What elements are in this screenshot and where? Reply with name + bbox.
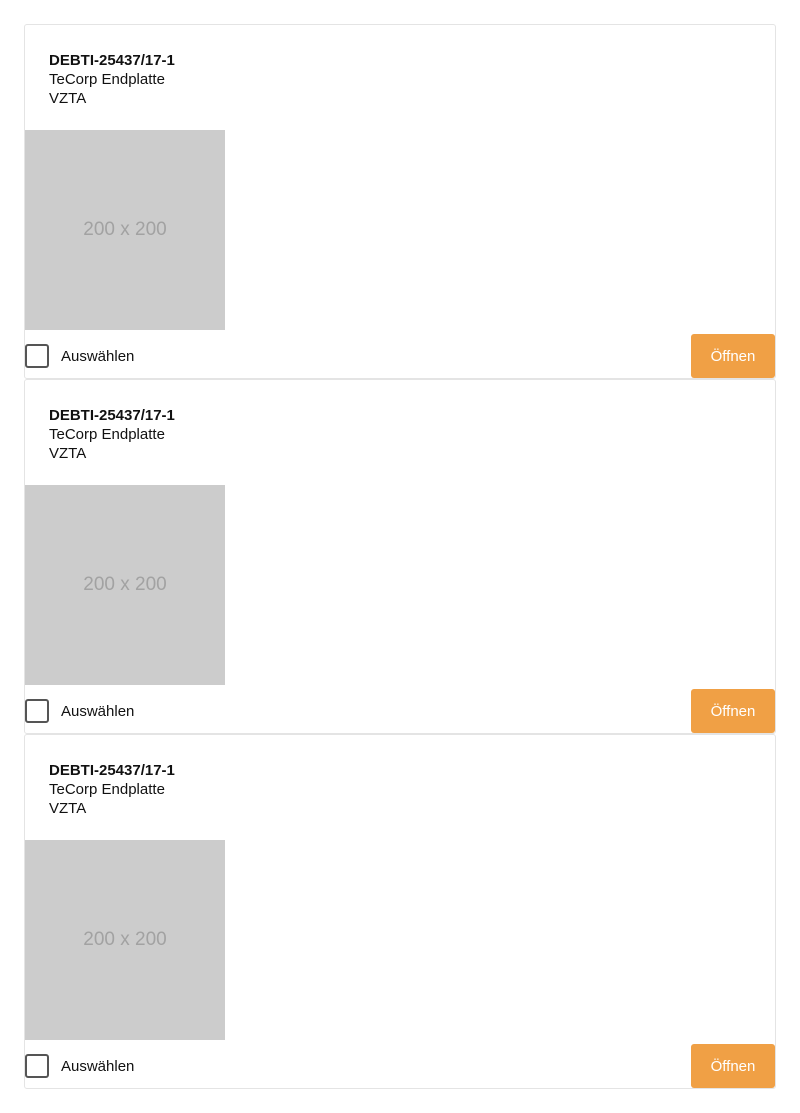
product-id: DEBTI-25437/17-1 [49, 52, 175, 69]
product-card: DEBTI-25437/17-1 TeCorp Endplatte VZTA 2… [24, 24, 776, 379]
product-type: VZTA [49, 800, 87, 817]
select-label: Auswählen [61, 347, 135, 365]
image-size-label: 200 x 200 [83, 574, 167, 595]
product-image-placeholder: 200 x 200 [25, 485, 225, 685]
product-image-placeholder: 200 x 200 [25, 840, 225, 1040]
product-info: DEBTI-25437/17-1 TeCorp Endplatte VZTA [49, 406, 175, 463]
select-checkbox[interactable] [25, 1054, 49, 1078]
product-type: VZTA [49, 445, 87, 462]
image-size-label: 200 x 200 [83, 219, 167, 240]
product-id: DEBTI-25437/17-1 [49, 762, 175, 779]
product-name: TeCorp Endplatte [49, 426, 165, 443]
select-checkbox[interactable] [25, 699, 49, 723]
select-label: Auswählen [61, 1057, 135, 1075]
product-name: TeCorp Endplatte [49, 781, 165, 798]
product-card: DEBTI-25437/17-1 TeCorp Endplatte VZTA 2… [24, 734, 776, 1089]
image-size-label: 200 x 200 [83, 929, 167, 950]
product-id: DEBTI-25437/17-1 [49, 407, 175, 424]
select-checkbox-row[interactable]: Auswählen [25, 1054, 134, 1078]
product-card: DEBTI-25437/17-1 TeCorp Endplatte VZTA 2… [24, 379, 776, 734]
select-checkbox[interactable] [25, 344, 49, 368]
open-button[interactable]: Öffnen [691, 689, 775, 733]
product-type: VZTA [49, 90, 87, 107]
select-label: Auswählen [61, 702, 135, 720]
select-checkbox-row[interactable]: Auswählen [25, 344, 134, 368]
product-info: DEBTI-25437/17-1 TeCorp Endplatte VZTA [49, 761, 175, 818]
open-button[interactable]: Öffnen [691, 334, 775, 378]
product-name: TeCorp Endplatte [49, 71, 165, 88]
product-image-placeholder: 200 x 200 [25, 130, 225, 330]
open-button[interactable]: Öffnen [691, 1044, 775, 1088]
product-list: DEBTI-25437/17-1 TeCorp Endplatte VZTA 2… [24, 24, 776, 1089]
product-info: DEBTI-25437/17-1 TeCorp Endplatte VZTA [49, 51, 175, 108]
select-checkbox-row[interactable]: Auswählen [25, 699, 134, 723]
